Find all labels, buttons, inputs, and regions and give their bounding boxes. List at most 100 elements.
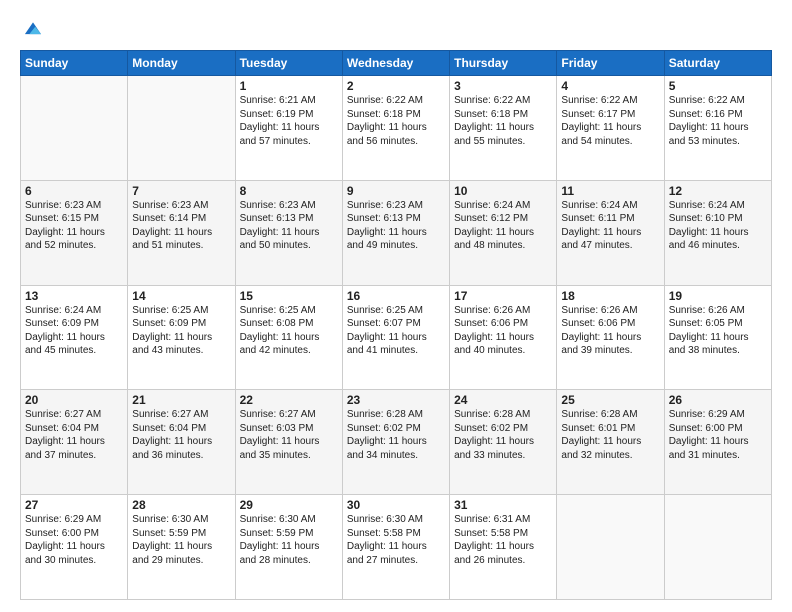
day-number: 31 <box>454 498 552 512</box>
weekday-header-tuesday: Tuesday <box>235 51 342 76</box>
day-info: Sunrise: 6:24 AM Sunset: 6:09 PM Dayligh… <box>25 304 123 358</box>
day-number: 5 <box>669 79 767 93</box>
day-info: Sunrise: 6:23 AM Sunset: 6:13 PM Dayligh… <box>240 199 338 253</box>
day-info: Sunrise: 6:30 AM Sunset: 5:59 PM Dayligh… <box>240 513 338 567</box>
day-number: 6 <box>25 184 123 198</box>
calendar-cell: 9Sunrise: 6:23 AM Sunset: 6:13 PM Daylig… <box>342 180 449 285</box>
day-info: Sunrise: 6:23 AM Sunset: 6:14 PM Dayligh… <box>132 199 230 253</box>
day-number: 8 <box>240 184 338 198</box>
day-number: 21 <box>132 393 230 407</box>
day-info: Sunrise: 6:28 AM Sunset: 6:02 PM Dayligh… <box>454 408 552 462</box>
day-number: 20 <box>25 393 123 407</box>
day-info: Sunrise: 6:22 AM Sunset: 6:18 PM Dayligh… <box>454 94 552 148</box>
day-info: Sunrise: 6:27 AM Sunset: 6:04 PM Dayligh… <box>132 408 230 462</box>
calendar-cell: 3Sunrise: 6:22 AM Sunset: 6:18 PM Daylig… <box>450 76 557 181</box>
weekday-header-thursday: Thursday <box>450 51 557 76</box>
day-info: Sunrise: 6:25 AM Sunset: 6:08 PM Dayligh… <box>240 304 338 358</box>
weekday-header-sunday: Sunday <box>21 51 128 76</box>
day-number: 12 <box>669 184 767 198</box>
calendar-cell: 11Sunrise: 6:24 AM Sunset: 6:11 PM Dayli… <box>557 180 664 285</box>
day-number: 17 <box>454 289 552 303</box>
day-info: Sunrise: 6:26 AM Sunset: 6:06 PM Dayligh… <box>454 304 552 358</box>
day-info: Sunrise: 6:25 AM Sunset: 6:07 PM Dayligh… <box>347 304 445 358</box>
logo-icon <box>22 18 44 40</box>
calendar-cell: 15Sunrise: 6:25 AM Sunset: 6:08 PM Dayli… <box>235 285 342 390</box>
calendar-cell: 28Sunrise: 6:30 AM Sunset: 5:59 PM Dayli… <box>128 495 235 600</box>
day-info: Sunrise: 6:24 AM Sunset: 6:11 PM Dayligh… <box>561 199 659 253</box>
calendar-cell: 20Sunrise: 6:27 AM Sunset: 6:04 PM Dayli… <box>21 390 128 495</box>
day-number: 7 <box>132 184 230 198</box>
calendar-cell: 25Sunrise: 6:28 AM Sunset: 6:01 PM Dayli… <box>557 390 664 495</box>
day-info: Sunrise: 6:27 AM Sunset: 6:03 PM Dayligh… <box>240 408 338 462</box>
calendar-cell: 19Sunrise: 6:26 AM Sunset: 6:05 PM Dayli… <box>664 285 771 390</box>
calendar-cell: 30Sunrise: 6:30 AM Sunset: 5:58 PM Dayli… <box>342 495 449 600</box>
calendar-cell: 7Sunrise: 6:23 AM Sunset: 6:14 PM Daylig… <box>128 180 235 285</box>
day-number: 24 <box>454 393 552 407</box>
weekday-header-monday: Monday <box>128 51 235 76</box>
day-info: Sunrise: 6:22 AM Sunset: 6:18 PM Dayligh… <box>347 94 445 148</box>
calendar: SundayMondayTuesdayWednesdayThursdayFrid… <box>20 50 772 600</box>
day-number: 14 <box>132 289 230 303</box>
day-info: Sunrise: 6:22 AM Sunset: 6:17 PM Dayligh… <box>561 94 659 148</box>
day-number: 26 <box>669 393 767 407</box>
day-number: 29 <box>240 498 338 512</box>
day-info: Sunrise: 6:23 AM Sunset: 6:15 PM Dayligh… <box>25 199 123 253</box>
day-info: Sunrise: 6:26 AM Sunset: 6:06 PM Dayligh… <box>561 304 659 358</box>
day-number: 23 <box>347 393 445 407</box>
day-number: 2 <box>347 79 445 93</box>
day-number: 30 <box>347 498 445 512</box>
day-info: Sunrise: 6:26 AM Sunset: 6:05 PM Dayligh… <box>669 304 767 358</box>
day-number: 11 <box>561 184 659 198</box>
day-number: 3 <box>454 79 552 93</box>
calendar-cell: 14Sunrise: 6:25 AM Sunset: 6:09 PM Dayli… <box>128 285 235 390</box>
calendar-cell: 26Sunrise: 6:29 AM Sunset: 6:00 PM Dayli… <box>664 390 771 495</box>
calendar-cell <box>21 76 128 181</box>
weekday-header-wednesday: Wednesday <box>342 51 449 76</box>
day-info: Sunrise: 6:24 AM Sunset: 6:12 PM Dayligh… <box>454 199 552 253</box>
day-number: 25 <box>561 393 659 407</box>
day-info: Sunrise: 6:29 AM Sunset: 6:00 PM Dayligh… <box>25 513 123 567</box>
calendar-cell: 27Sunrise: 6:29 AM Sunset: 6:00 PM Dayli… <box>21 495 128 600</box>
header <box>20 18 772 40</box>
day-number: 15 <box>240 289 338 303</box>
calendar-cell: 2Sunrise: 6:22 AM Sunset: 6:18 PM Daylig… <box>342 76 449 181</box>
day-info: Sunrise: 6:30 AM Sunset: 5:58 PM Dayligh… <box>347 513 445 567</box>
day-info: Sunrise: 6:24 AM Sunset: 6:10 PM Dayligh… <box>669 199 767 253</box>
day-number: 16 <box>347 289 445 303</box>
calendar-cell: 22Sunrise: 6:27 AM Sunset: 6:03 PM Dayli… <box>235 390 342 495</box>
day-number: 10 <box>454 184 552 198</box>
day-number: 1 <box>240 79 338 93</box>
day-info: Sunrise: 6:25 AM Sunset: 6:09 PM Dayligh… <box>132 304 230 358</box>
page: SundayMondayTuesdayWednesdayThursdayFrid… <box>0 0 792 612</box>
calendar-cell <box>128 76 235 181</box>
calendar-cell: 17Sunrise: 6:26 AM Sunset: 6:06 PM Dayli… <box>450 285 557 390</box>
calendar-cell: 13Sunrise: 6:24 AM Sunset: 6:09 PM Dayli… <box>21 285 128 390</box>
day-number: 18 <box>561 289 659 303</box>
day-info: Sunrise: 6:28 AM Sunset: 6:02 PM Dayligh… <box>347 408 445 462</box>
day-info: Sunrise: 6:30 AM Sunset: 5:59 PM Dayligh… <box>132 513 230 567</box>
day-info: Sunrise: 6:21 AM Sunset: 6:19 PM Dayligh… <box>240 94 338 148</box>
day-info: Sunrise: 6:27 AM Sunset: 6:04 PM Dayligh… <box>25 408 123 462</box>
day-number: 22 <box>240 393 338 407</box>
calendar-cell: 4Sunrise: 6:22 AM Sunset: 6:17 PM Daylig… <box>557 76 664 181</box>
day-info: Sunrise: 6:31 AM Sunset: 5:58 PM Dayligh… <box>454 513 552 567</box>
calendar-cell: 6Sunrise: 6:23 AM Sunset: 6:15 PM Daylig… <box>21 180 128 285</box>
day-info: Sunrise: 6:29 AM Sunset: 6:00 PM Dayligh… <box>669 408 767 462</box>
calendar-cell: 16Sunrise: 6:25 AM Sunset: 6:07 PM Dayli… <box>342 285 449 390</box>
calendar-cell: 21Sunrise: 6:27 AM Sunset: 6:04 PM Dayli… <box>128 390 235 495</box>
calendar-cell: 8Sunrise: 6:23 AM Sunset: 6:13 PM Daylig… <box>235 180 342 285</box>
day-info: Sunrise: 6:23 AM Sunset: 6:13 PM Dayligh… <box>347 199 445 253</box>
day-info: Sunrise: 6:28 AM Sunset: 6:01 PM Dayligh… <box>561 408 659 462</box>
weekday-header-friday: Friday <box>557 51 664 76</box>
calendar-cell <box>664 495 771 600</box>
calendar-cell: 1Sunrise: 6:21 AM Sunset: 6:19 PM Daylig… <box>235 76 342 181</box>
day-number: 13 <box>25 289 123 303</box>
calendar-cell: 12Sunrise: 6:24 AM Sunset: 6:10 PM Dayli… <box>664 180 771 285</box>
day-number: 19 <box>669 289 767 303</box>
calendar-cell: 24Sunrise: 6:28 AM Sunset: 6:02 PM Dayli… <box>450 390 557 495</box>
day-number: 9 <box>347 184 445 198</box>
calendar-cell: 23Sunrise: 6:28 AM Sunset: 6:02 PM Dayli… <box>342 390 449 495</box>
calendar-cell: 5Sunrise: 6:22 AM Sunset: 6:16 PM Daylig… <box>664 76 771 181</box>
day-number: 4 <box>561 79 659 93</box>
calendar-cell: 18Sunrise: 6:26 AM Sunset: 6:06 PM Dayli… <box>557 285 664 390</box>
